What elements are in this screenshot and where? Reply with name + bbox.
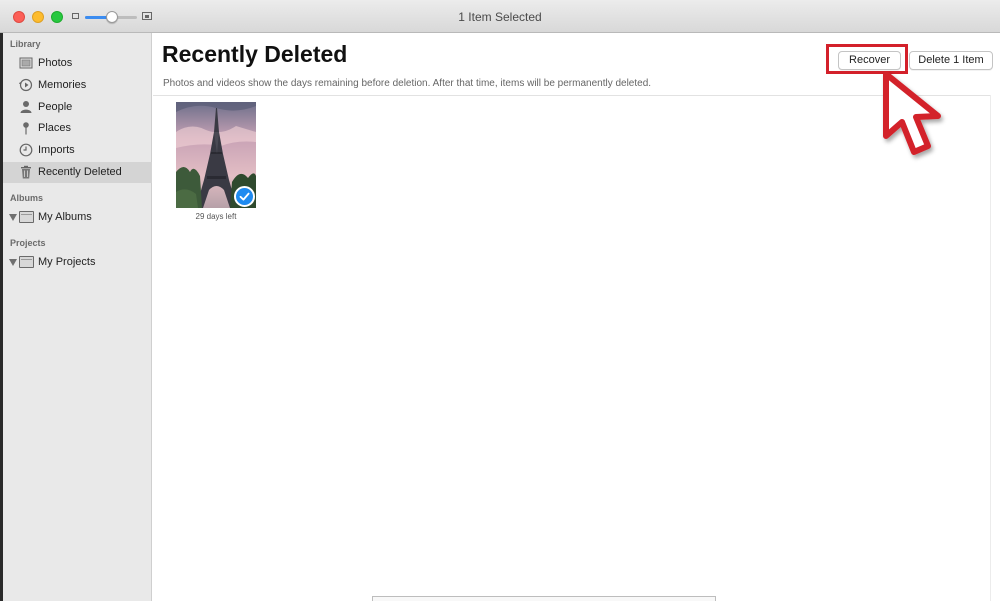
sidebar-item-imports[interactable]: Imports: [3, 140, 152, 161]
delete-item-button[interactable]: Delete 1 Item: [909, 51, 993, 70]
page-title: Recently Deleted: [162, 41, 348, 67]
places-icon: [23, 122, 29, 135]
page-subtitle: Photos and videos show the days remainin…: [163, 78, 652, 89]
sidebar-item-my-projects[interactable]: My Projects: [3, 252, 152, 273]
albums-header: Albums: [10, 193, 44, 203]
sidebar-item-label: Imports: [38, 144, 75, 156]
sidebar-item-label: Photos: [38, 57, 73, 69]
selected-check-icon[interactable]: [234, 186, 255, 207]
sidebar-item-recently-deleted[interactable]: Recently Deleted: [3, 162, 152, 183]
photos-icon: [19, 57, 33, 69]
disclosure-triangle-icon[interactable]: [9, 214, 17, 221]
sidebar-item-label: People: [38, 101, 73, 113]
folder-icon: [19, 256, 34, 268]
sidebar-item-label: Places: [38, 122, 72, 134]
pointer-cursor-icon: [883, 71, 941, 155]
sidebar-item-label: Recently Deleted: [38, 166, 122, 178]
sidebar-item-label: My Albums: [38, 211, 92, 223]
people-icon: [20, 101, 32, 113]
memories-icon: [19, 78, 33, 92]
header-divider: [153, 95, 991, 96]
trash-icon: [21, 165, 31, 179]
recover-button[interactable]: Recover: [838, 51, 901, 70]
bottom-popover-edge: [372, 596, 716, 601]
content-edge: [990, 95, 991, 601]
sidebar-item-photos[interactable]: Photos: [3, 53, 152, 74]
sidebar-item-my-albums[interactable]: My Albums: [3, 207, 152, 228]
title-bar: 1 Item Selected: [0, 0, 1000, 33]
sidebar-item-memories[interactable]: Memories: [3, 75, 152, 96]
sidebar-item-people[interactable]: People: [3, 97, 152, 118]
sidebar-item-label: My Projects: [38, 256, 96, 268]
sidebar-item-places[interactable]: Places: [3, 118, 152, 139]
sidebar: Library Photos Memories People Places Im…: [0, 33, 152, 601]
window-title: 1 Item Selected: [458, 10, 542, 24]
imports-icon: [19, 143, 33, 157]
folder-icon: [19, 211, 34, 223]
library-header: Library: [10, 39, 41, 49]
photo-caption: 29 days left: [195, 212, 237, 221]
window-edge: [0, 33, 3, 601]
sidebar-item-label: Memories: [38, 79, 87, 91]
disclosure-triangle-icon[interactable]: [9, 259, 17, 266]
projects-header: Projects: [10, 238, 46, 248]
